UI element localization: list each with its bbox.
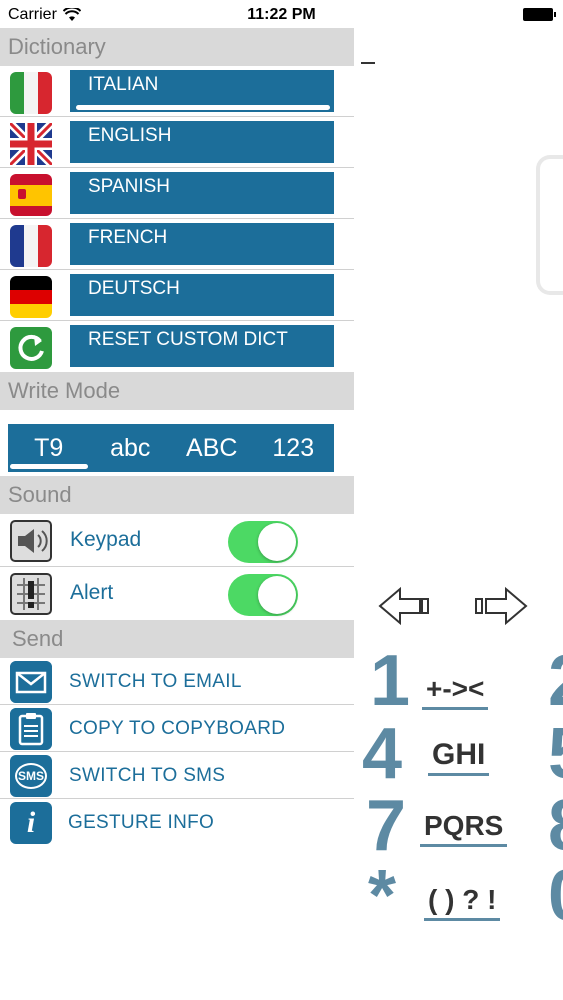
switch-to-email-label: SWITCH TO EMAIL xyxy=(69,671,242,692)
status-bar: Carrier 11:22 PM xyxy=(0,0,563,28)
send-item-gesture-info[interactable]: i GESTURE INFO xyxy=(0,799,354,846)
mode-123[interactable]: 123 xyxy=(253,434,335,463)
clipboard-icon xyxy=(10,708,52,750)
italy-flag-icon xyxy=(10,72,52,114)
italian-label: ITALIAN xyxy=(88,74,159,95)
text-display-edge xyxy=(536,155,563,295)
key-1-digit: 1 xyxy=(370,641,411,721)
france-flag-icon xyxy=(10,225,52,267)
key-4-letters: GHI xyxy=(428,738,490,776)
info-icon: i xyxy=(10,802,52,844)
english-button[interactable]: ENGLISH xyxy=(70,121,334,163)
text-cursor xyxy=(361,62,375,64)
status-time: 11:22 PM xyxy=(247,6,316,23)
key-8-digit[interactable]: 8 xyxy=(548,790,563,862)
dictionary-item-spanish: SPANISH xyxy=(0,168,354,219)
send-item-sms[interactable]: SMS SWITCH TO SMS xyxy=(0,752,354,799)
key-4-digit: 4 xyxy=(362,714,403,794)
key-star-digit: * xyxy=(368,856,397,936)
reset-custom-dict-button[interactable]: RESET CUSTOM DICT xyxy=(70,325,334,367)
deutsch-button[interactable]: DEUTSCH xyxy=(70,274,334,316)
mode-abc-lower[interactable]: abc xyxy=(90,434,172,463)
sms-icon: SMS xyxy=(10,755,52,797)
selected-indicator xyxy=(76,105,330,110)
gesture-info-label: GESTURE INFO xyxy=(68,812,215,833)
keypad-sound-toggle[interactable] xyxy=(228,521,298,563)
dictionary-item-italian: ITALIAN xyxy=(0,66,354,117)
key-0-digit[interactable]: 0 xyxy=(548,860,563,932)
alert-sound-label: Alert xyxy=(70,581,114,604)
speaker-icon xyxy=(10,520,52,562)
write-mode-header: Write Mode xyxy=(0,372,354,410)
key-star-letters: ( ) ? ! xyxy=(424,884,501,921)
mode-abc-upper[interactable]: ABC xyxy=(171,434,253,463)
uk-flag-icon xyxy=(10,123,52,165)
keypad-sound-label: Keypad xyxy=(70,528,142,551)
sound-item-keypad: Keypad xyxy=(0,514,354,567)
settings-panel: Dictionary ITALIAN ENGLISH SPANISH FRENC… xyxy=(0,28,354,846)
spanish-label: SPANISH xyxy=(88,176,171,197)
reset-icon xyxy=(10,327,52,369)
arrow-left-icon[interactable] xyxy=(378,586,434,626)
key-2-digit[interactable]: 2 xyxy=(548,645,563,717)
germany-flag-icon xyxy=(10,276,52,318)
key-7-letters: PQRS xyxy=(420,810,508,847)
dictionary-item-deutsch: DEUTSCH xyxy=(0,270,354,321)
french-label: FRENCH xyxy=(88,227,168,248)
mode-selected-indicator xyxy=(10,464,88,469)
spanish-button[interactable]: SPANISH xyxy=(70,172,334,214)
italian-button[interactable]: ITALIAN xyxy=(70,70,334,112)
send-item-email[interactable]: SWITCH TO EMAIL xyxy=(0,658,354,705)
dictionary-item-french: FRENCH xyxy=(0,219,354,270)
dictionary-item-english: ENGLISH xyxy=(0,117,354,168)
arrow-right-icon[interactable] xyxy=(472,586,528,626)
send-header: Send xyxy=(0,620,354,658)
french-button[interactable]: FRENCH xyxy=(70,223,334,265)
deutsch-label: DEUTSCH xyxy=(88,278,180,299)
alert-icon xyxy=(10,573,52,615)
battery-icon xyxy=(523,8,556,21)
key-1-letters: +->< xyxy=(422,673,489,710)
copy-to-copyboard-label: COPY TO COPYBOARD xyxy=(69,718,286,739)
write-mode-row: T9 abc ABC 123 xyxy=(0,410,354,476)
key-5-digit[interactable]: 5 xyxy=(548,718,563,790)
send-item-copy[interactable]: COPY TO COPYBOARD xyxy=(0,705,354,752)
envelope-icon xyxy=(10,661,52,703)
spain-flag-icon xyxy=(10,174,52,216)
english-label: ENGLISH xyxy=(88,125,172,146)
dictionary-header: Dictionary xyxy=(0,28,354,66)
sound-header: Sound xyxy=(0,476,354,514)
switch-to-sms-label: SWITCH TO SMS xyxy=(69,765,226,786)
mode-t9[interactable]: T9 xyxy=(8,434,90,463)
dictionary-item-reset: RESET CUSTOM DICT xyxy=(0,321,354,372)
sound-item-alert: Alert xyxy=(0,567,354,620)
key-7-digit: 7 xyxy=(366,786,407,866)
alert-sound-toggle[interactable] xyxy=(228,574,298,616)
reset-custom-dict-label: RESET CUSTOM DICT xyxy=(88,329,288,350)
